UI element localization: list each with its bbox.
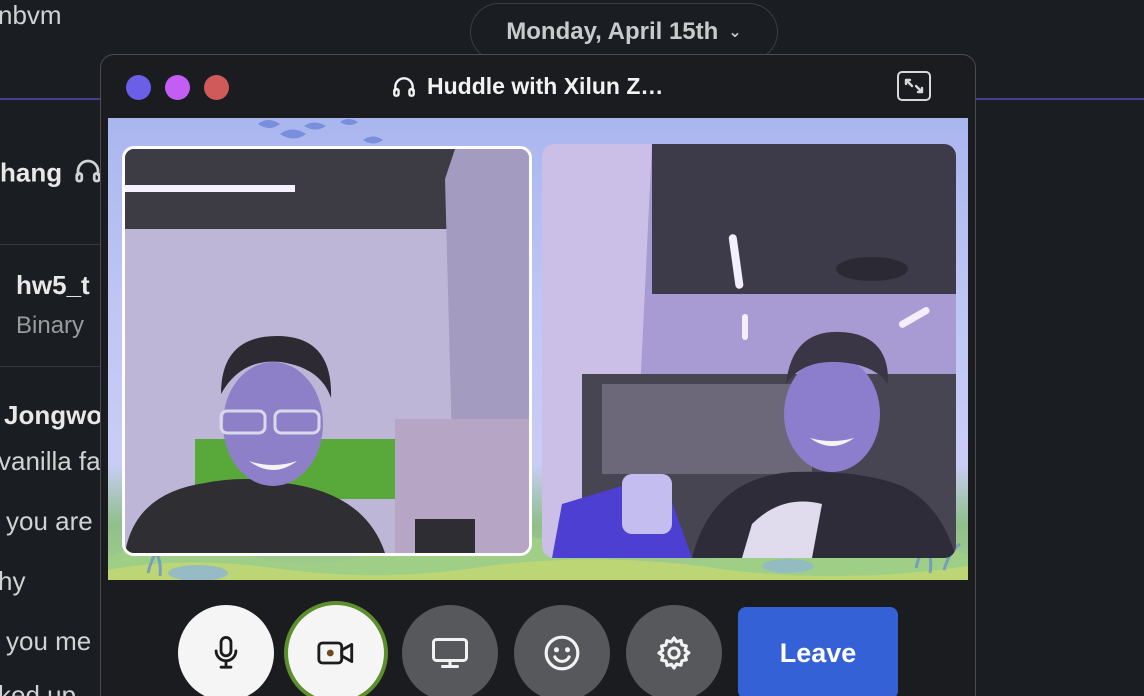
screen-share-icon bbox=[432, 638, 468, 668]
huddle-window: Huddle with Xilun Z… Leave bbox=[100, 54, 976, 696]
expand-icon bbox=[904, 78, 924, 94]
message-text: you are bbox=[6, 506, 93, 536]
video-stage bbox=[108, 118, 968, 580]
file-name[interactable]: hw5_t bbox=[16, 270, 90, 301]
headphones-icon bbox=[391, 74, 417, 100]
huddle-titlebar[interactable]: Huddle with Xilun Z… bbox=[101, 55, 975, 119]
message-text: you me bbox=[6, 626, 92, 656]
huddle-settings-button[interactable] bbox=[626, 605, 722, 696]
huddle-controls: Leave bbox=[101, 595, 975, 696]
zoom-window-button[interactable] bbox=[204, 75, 229, 100]
huddle-title: Huddle with Xilun Z… bbox=[391, 73, 663, 100]
file-type: Binary bbox=[16, 312, 85, 339]
participant-video-self[interactable] bbox=[122, 146, 532, 556]
reactions-button[interactable] bbox=[514, 605, 610, 696]
channel-name: nbvm bbox=[0, 0, 62, 30]
huddle-title-text: Huddle with Xilun Z… bbox=[427, 73, 664, 99]
gear-icon bbox=[657, 636, 691, 670]
close-window-button[interactable] bbox=[126, 75, 151, 100]
minimize-window-button[interactable] bbox=[165, 75, 190, 100]
window-controls bbox=[126, 75, 229, 100]
toggle-camera-button[interactable] bbox=[288, 605, 384, 696]
message-text: ked up bbox=[0, 680, 77, 696]
message-text: vanilla fa bbox=[0, 446, 101, 476]
date-divider-button[interactable]: Monday, April 15th ⌄ bbox=[470, 3, 778, 61]
expand-window-button[interactable] bbox=[897, 71, 931, 101]
leave-huddle-button[interactable]: Leave bbox=[738, 607, 898, 696]
headphones-icon bbox=[73, 156, 103, 193]
participant-video-remote[interactable] bbox=[542, 144, 956, 558]
participant-video-frame bbox=[125, 149, 529, 553]
message-sender[interactable]: Jongwo bbox=[4, 400, 102, 431]
video-camera-icon bbox=[317, 641, 354, 665]
date-divider-label: Monday, April 15th bbox=[506, 18, 719, 45]
chevron-down-icon: ⌄ bbox=[728, 24, 742, 41]
participant-video-frame bbox=[542, 144, 956, 558]
message-text: hy bbox=[0, 566, 26, 596]
divider bbox=[0, 366, 100, 367]
microphone-icon bbox=[214, 636, 238, 669]
share-screen-button[interactable] bbox=[402, 605, 498, 696]
toggle-microphone-button[interactable] bbox=[178, 605, 274, 696]
emoji-icon bbox=[544, 635, 580, 671]
divider bbox=[0, 244, 100, 245]
huddle-header-name: hang bbox=[0, 156, 103, 193]
